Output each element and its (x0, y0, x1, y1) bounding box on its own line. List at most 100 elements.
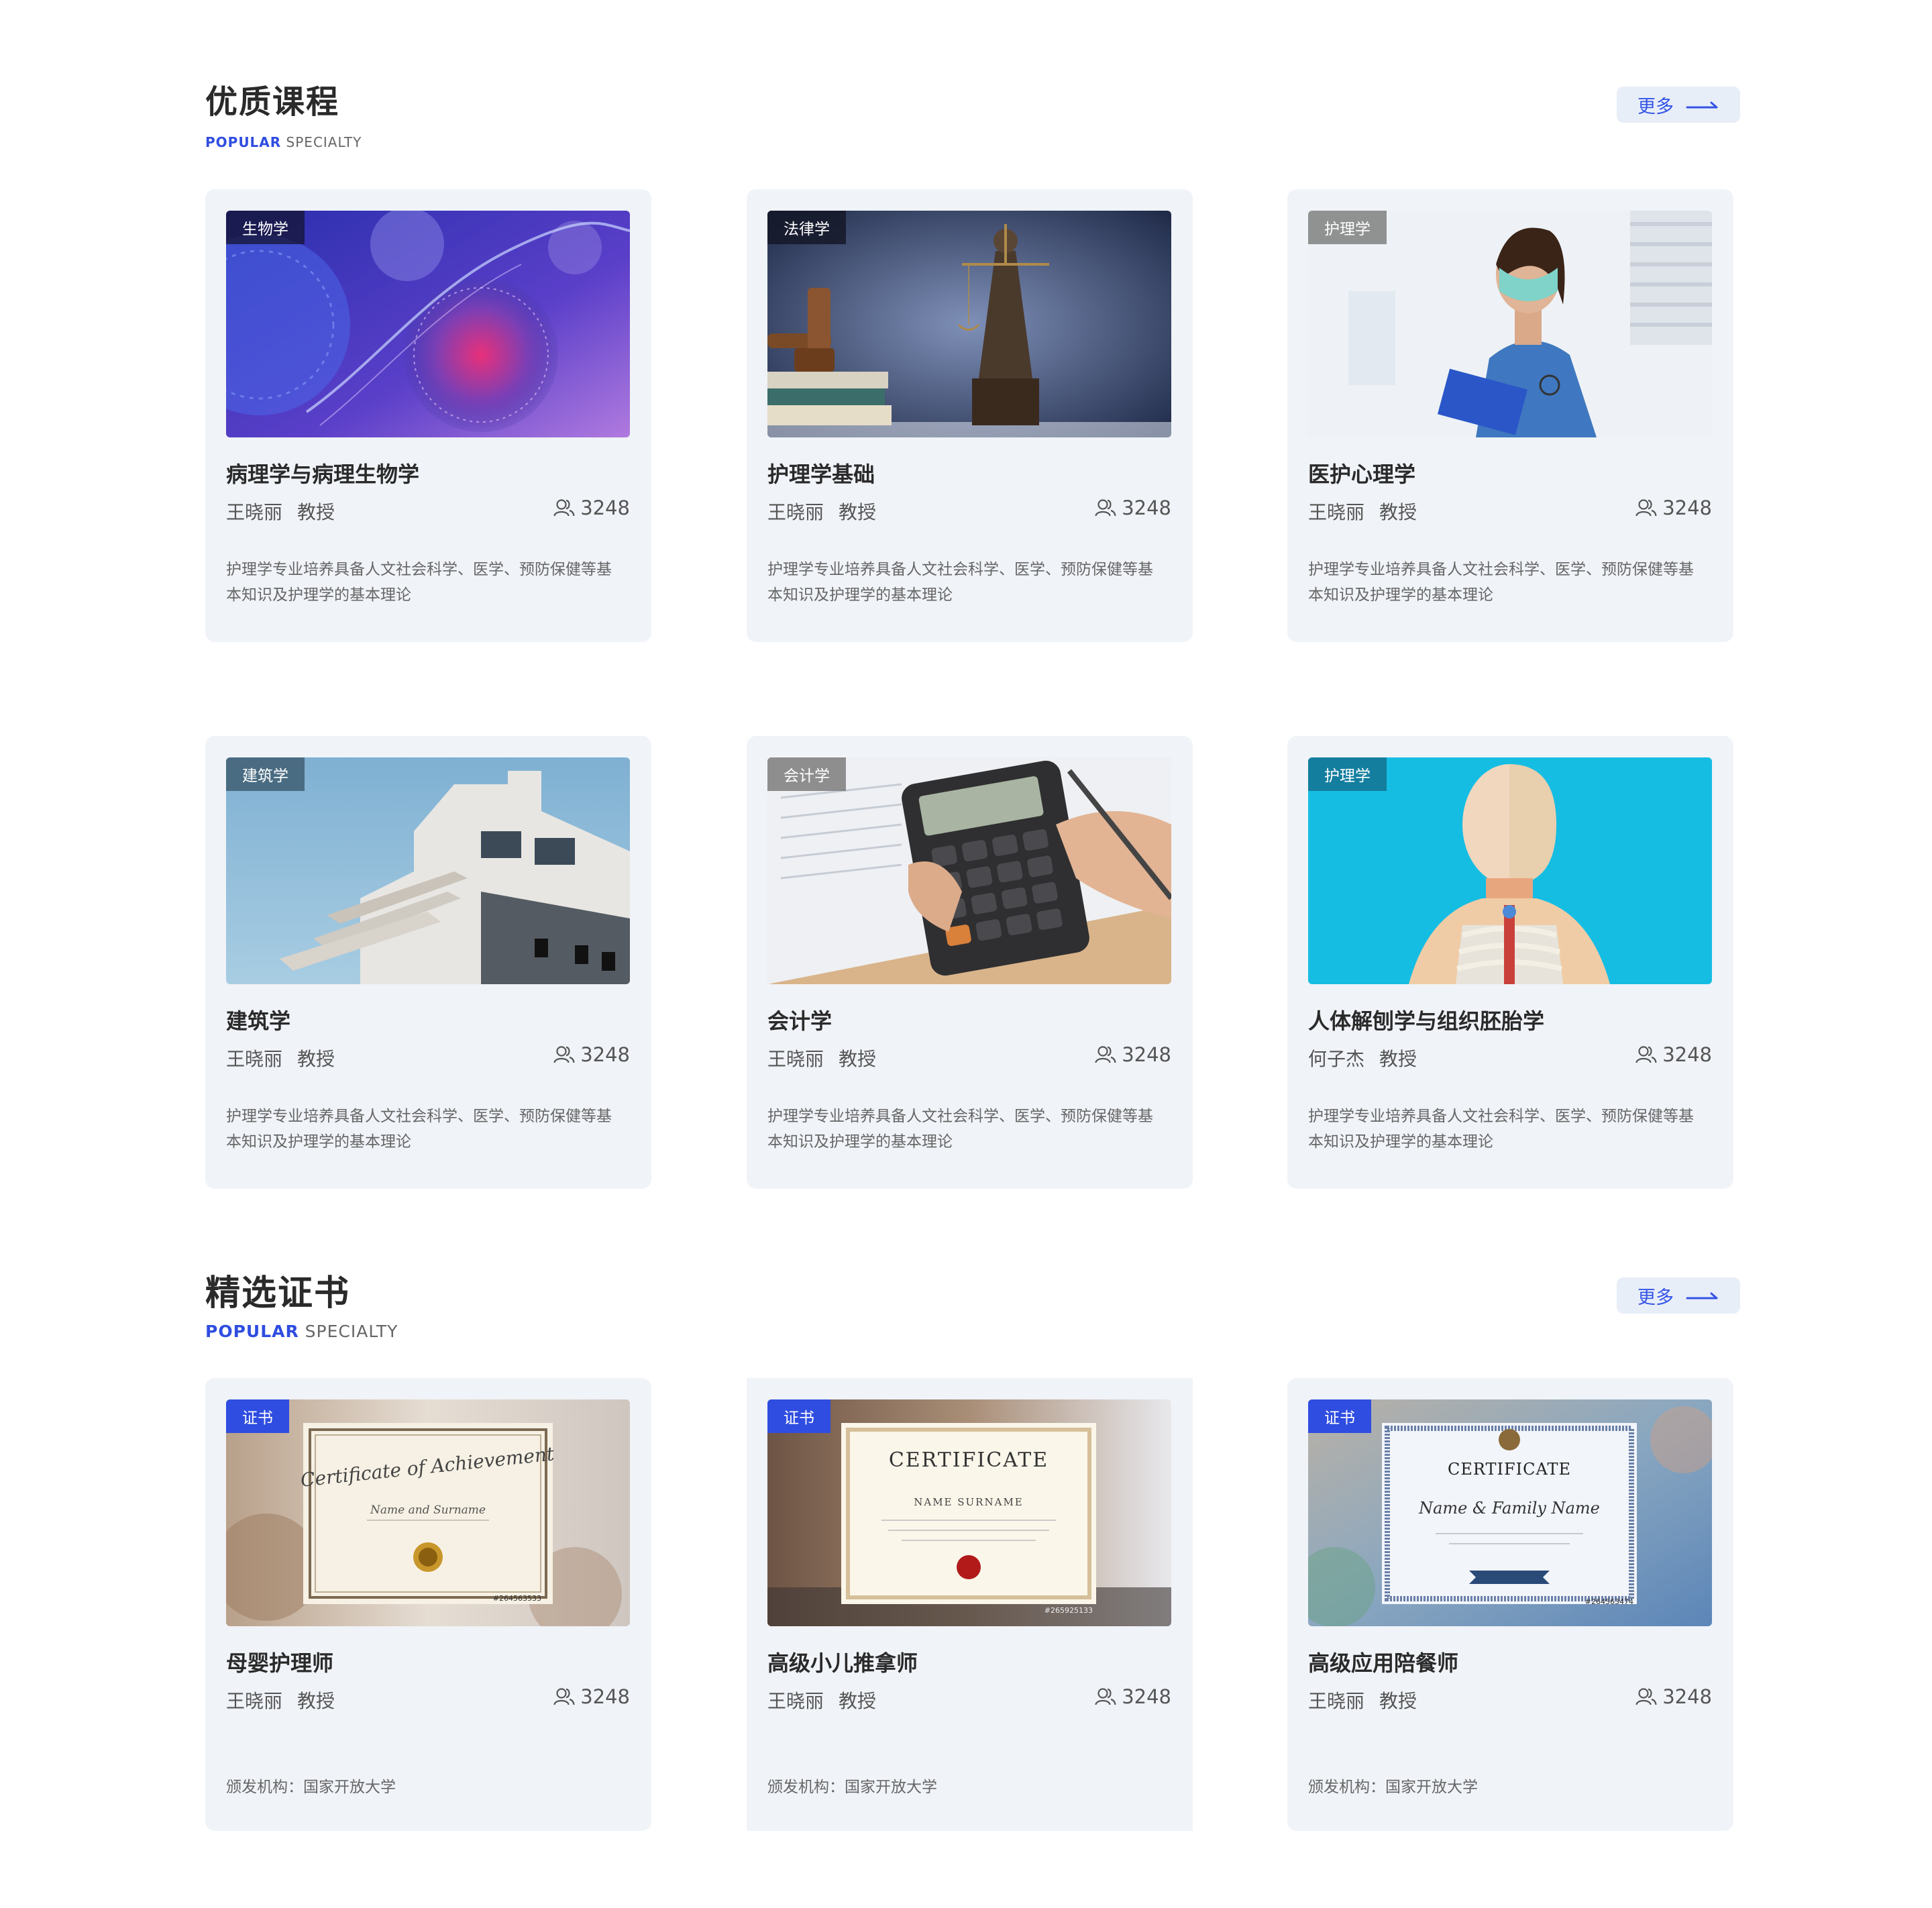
learner-count: 3248 (1095, 1685, 1171, 1708)
course-description: 护理学专业培养具备人文社会科学、医学、预防保健等基本知识及护理学的基本理论 (226, 561, 612, 604)
users-icon (1635, 1688, 1657, 1705)
cert-heading: CERTIFICATE (889, 1448, 1049, 1472)
teacher-rank: 教授 (1379, 1690, 1417, 1712)
cert-image-id: #264563533 (493, 1594, 541, 1603)
course-image-calculator: 会计学 (767, 757, 1171, 984)
teacher-name: 王晓丽 (226, 1048, 283, 1070)
course-card[interactable]: 生物学 病理学与病理生物学 王晓丽 教授 3248 护理学专业培养具备人文社会科学… (205, 189, 651, 642)
course-card[interactable]: 护理学 人体解刨学与组织胚胎学 何子杰 教授 3248 护理学专业培养具备人文社会… (1287, 736, 1733, 1189)
course-title[interactable]: 建筑学 (226, 1004, 290, 1035)
certificate-issuer: 颁发机构：国家开放大学 (767, 1779, 937, 1796)
section-title-courses: 优质课程 (205, 83, 340, 121)
course-description: 护理学专业培养具备人文社会科学、医学、预防保健等基本知识及护理学的基本理论 (767, 1108, 1153, 1151)
teacher-rank: 教授 (297, 1690, 335, 1712)
learner-count: 3248 (553, 1043, 630, 1066)
course-description: 护理学专业培养具备人文社会科学、医学、预防保健等基本知识及护理学的基本理论 (1308, 561, 1694, 604)
certificate-card[interactable]: CERTIFICATE NAME SURNAME #265925133 证书 高… (747, 1378, 1193, 1831)
subtitle-rest: SPECIALTY (299, 1322, 398, 1341)
course-teacher: 何子杰 教授 (1308, 1045, 1432, 1071)
learner-count: 3248 (553, 496, 630, 519)
certificate-issuer: 颁发机构：国家开放大学 (1308, 1779, 1478, 1796)
certificate-title[interactable]: 高级应用陪餐师 (1308, 1646, 1458, 1677)
teacher-name: 王晓丽 (1308, 1690, 1365, 1712)
teacher-rank: 教授 (297, 501, 335, 523)
course-tag: 护理学 (1308, 211, 1387, 244)
arrow-right-icon (1686, 101, 1718, 109)
course-card[interactable]: 护理学 医护心理学 王晓丽 教授 3248 护理学专业培养具备人文社会科学、医学、… (1287, 189, 1733, 642)
course-image-anatomy: 护理学 (1308, 757, 1712, 984)
count-value: 3248 (1122, 1043, 1171, 1066)
certificate-teacher: 王晓丽 教授 (1308, 1687, 1432, 1713)
cert-heading: CERTIFICATE (1448, 1460, 1571, 1479)
users-icon (1635, 499, 1657, 517)
course-image-building: 建筑学 (226, 757, 630, 984)
course-card[interactable]: 会计学 会计学 王晓丽 教授 3248 护理学专业培养具备人文社会科学、医学、预防… (747, 736, 1193, 1189)
teacher-rank: 教授 (1379, 1048, 1417, 1070)
cert-name: NAME SURNAME (914, 1496, 1024, 1508)
section-subtitle-certificates: POPULAR SPECIALTY (205, 1323, 398, 1340)
cert-name: Name & Family Name (1418, 1499, 1600, 1518)
teacher-name: 何子杰 (1308, 1048, 1365, 1070)
count-value: 3248 (1122, 1685, 1171, 1708)
course-title[interactable]: 病理学与病理生物学 (226, 458, 419, 488)
course-title[interactable]: 护理学基础 (767, 458, 875, 488)
arrow-right-icon (1686, 1292, 1718, 1300)
course-description: 护理学专业培养具备人文社会科学、医学、预防保健等基本知识及护理学的基本理论 (226, 1108, 612, 1151)
course-card[interactable]: 建筑学 建筑学 王晓丽 教授 3248 护理学专业培养具备人文社会科学、医学、预防… (205, 736, 651, 1189)
users-icon (553, 1688, 575, 1705)
teacher-name: 王晓丽 (767, 1690, 824, 1712)
more-courses-button[interactable]: 更多 (1617, 87, 1740, 123)
cert-name: Name and Surname (370, 1503, 486, 1517)
learner-count: 3248 (553, 1685, 630, 1708)
teacher-name: 王晓丽 (1308, 501, 1365, 523)
course-card[interactable]: 法律学 护理学基础 王晓丽 教授 3248 护理学专业培养具备人文社会科学、医学、… (747, 189, 1193, 642)
course-teacher: 王晓丽 教授 (767, 1045, 891, 1071)
cert-image-id: #264563474 (1585, 1597, 1633, 1606)
certificate-tag: 证书 (1308, 1399, 1371, 1433)
certificate-card[interactable]: Certificate of Achievement Name and Surn… (205, 1378, 651, 1831)
more-label: 更多 (1638, 1287, 1674, 1308)
users-icon (553, 1046, 575, 1063)
course-tag: 护理学 (1308, 757, 1387, 791)
subtitle-highlight: POPULAR (205, 134, 282, 150)
learner-count: 3248 (1095, 1043, 1171, 1066)
users-icon (1095, 1046, 1116, 1063)
course-title[interactable]: 医护心理学 (1308, 458, 1415, 488)
certificate-tag: 证书 (226, 1399, 289, 1433)
count-value: 3248 (1662, 496, 1712, 519)
course-tag: 生物学 (226, 211, 305, 244)
course-image-cells: 生物学 (226, 211, 630, 437)
certificate-title[interactable]: 母婴护理师 (226, 1646, 333, 1677)
course-description: 护理学专业培养具备人文社会科学、医学、预防保健等基本知识及护理学的基本理论 (767, 561, 1153, 604)
certificate-image: CERTIFICATE Name & Family Name #26456347… (1308, 1399, 1712, 1626)
certificate-card[interactable]: CERTIFICATE Name & Family Name #26456347… (1287, 1378, 1733, 1831)
certificate-title[interactable]: 高级小儿推拿师 (767, 1646, 918, 1677)
teacher-rank: 教授 (839, 501, 877, 523)
learner-count: 3248 (1635, 1685, 1712, 1708)
cert-image-id: #265925133 (1044, 1606, 1093, 1615)
certificate-image: CERTIFICATE NAME SURNAME #265925133 证书 (767, 1399, 1171, 1626)
count-value: 3248 (580, 1685, 630, 1708)
learner-count: 3248 (1635, 496, 1712, 519)
course-teacher: 王晓丽 教授 (226, 1045, 350, 1071)
more-certificates-button[interactable]: 更多 (1617, 1277, 1740, 1314)
teacher-rank: 教授 (839, 1690, 877, 1712)
certificate-image: Certificate of Achievement Name and Surn… (226, 1399, 630, 1626)
course-title[interactable]: 人体解刨学与组织胚胎学 (1308, 1004, 1544, 1035)
users-icon (553, 499, 575, 517)
course-tag: 建筑学 (226, 757, 305, 791)
subtitle-rest: SPECIALTY (281, 134, 362, 150)
users-icon (1635, 1046, 1657, 1063)
course-tag: 法律学 (767, 211, 846, 244)
teacher-name: 王晓丽 (226, 501, 283, 523)
course-description: 护理学专业培养具备人文社会科学、医学、预防保健等基本知识及护理学的基本理论 (1308, 1108, 1694, 1151)
count-value: 3248 (1662, 1685, 1712, 1708)
teacher-rank: 教授 (297, 1048, 335, 1070)
section-title-certificates: 精选证书 (205, 1273, 351, 1314)
teacher-rank: 教授 (1379, 501, 1417, 523)
teacher-name: 王晓丽 (226, 1690, 283, 1712)
certificate-issuer: 颁发机构：国家开放大学 (226, 1779, 396, 1796)
course-title[interactable]: 会计学 (767, 1004, 832, 1035)
course-teacher: 王晓丽 教授 (226, 498, 350, 525)
users-icon (1095, 499, 1116, 517)
